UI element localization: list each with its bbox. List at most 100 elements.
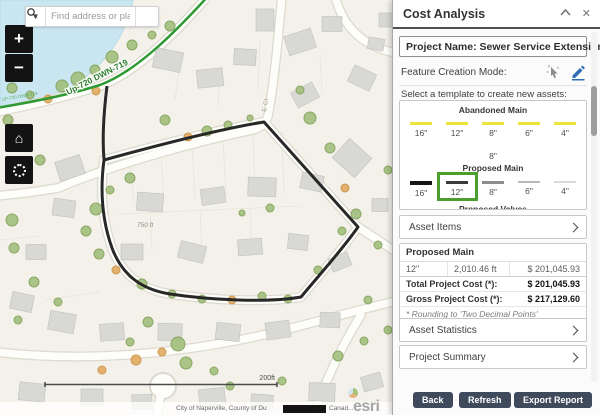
abandoned-main-wrapped-row: 8" <box>400 139 586 161</box>
tree <box>351 209 361 219</box>
attribution-text: City of Naperville, County of Du <box>176 405 267 412</box>
tree <box>247 115 253 121</box>
tree <box>98 366 106 374</box>
back-button[interactable]: Back <box>413 392 453 408</box>
house <box>18 382 46 403</box>
asset-items-section[interactable]: Asset Items <box>399 215 587 239</box>
project-summary-section[interactable]: Project Summary <box>399 345 587 369</box>
refresh-button[interactable]: Refresh <box>459 392 511 408</box>
house <box>256 9 274 31</box>
house <box>322 17 342 32</box>
house <box>309 383 336 402</box>
total-cost-label: Total Project Cost (*): <box>400 279 527 289</box>
search-button[interactable] <box>135 7 158 26</box>
asset-items-label: Asset Items <box>409 222 461 233</box>
gross-cost-value: $ 217,129.60 <box>527 294 586 304</box>
template-label: 6" <box>512 128 547 138</box>
template-item[interactable]: 6" <box>512 116 547 138</box>
house <box>248 177 277 197</box>
template-swatch <box>482 181 504 184</box>
template-swatch <box>446 181 468 184</box>
close-panel-button[interactable]: ✕ <box>582 8 591 20</box>
template-swatch <box>554 122 576 125</box>
tree <box>112 266 120 274</box>
template-label: 4" <box>548 186 583 196</box>
scale-label: 200ft <box>259 375 275 382</box>
tree <box>125 173 135 183</box>
template-item[interactable]: 16" <box>404 175 439 198</box>
tree <box>278 377 286 385</box>
cost-table-group-header: Proposed Main <box>400 244 586 262</box>
template-item[interactable]: 4" <box>548 175 583 198</box>
tree <box>131 355 141 365</box>
template-swatch <box>446 122 468 125</box>
home-icon: ⌂ <box>15 130 23 146</box>
asset-statistics-section[interactable]: Asset Statistics <box>399 318 587 342</box>
house <box>48 310 77 333</box>
map-canvas[interactable]: UP-720 DWN-719 Up-720 DWN-719 E Ct 750 f… <box>0 0 392 415</box>
panel-scrollbar-track[interactable] <box>591 32 597 382</box>
template-item[interactable]: 8" <box>476 139 511 161</box>
tree <box>374 241 382 249</box>
house <box>265 320 291 340</box>
asset-statistics-label: Asset Statistics <box>409 325 477 336</box>
asset-cost: $ 201,045.93 <box>510 264 586 274</box>
template-item[interactable]: 12" <box>440 116 475 138</box>
template-swatch <box>518 122 540 125</box>
tree <box>266 204 274 212</box>
total-cost-value: $ 201,045.93 <box>527 279 586 289</box>
tree <box>180 357 192 369</box>
template-item[interactable]: 16" <box>404 116 439 138</box>
zoom-out-button[interactable]: − <box>5 54 33 82</box>
template-item[interactable]: 12" <box>440 175 475 198</box>
gross-cost-row: Gross Project Cost (*): $ 217,129.60 <box>400 292 586 307</box>
panel-header: Cost Analysis ✕ <box>393 0 600 29</box>
house <box>379 13 392 27</box>
cost-table-row: 12" 2,010.46 ft $ 201,045.93 <box>400 262 586 277</box>
template-label: 12" <box>440 187 475 197</box>
template-group-title: Proposed Main <box>400 163 586 173</box>
house <box>196 68 224 89</box>
attribution-bar: City of Naperville, County of Du Canad..… <box>0 402 392 415</box>
house <box>237 238 262 256</box>
edit-pencil-icon[interactable] <box>570 64 587 81</box>
panel-scrollbar-thumb[interactable] <box>591 86 597 136</box>
template-label: 12" <box>440 128 475 138</box>
template-item[interactable]: 8" <box>476 116 511 138</box>
tree <box>171 337 185 351</box>
select-wand-icon[interactable] <box>546 64 562 80</box>
tree <box>127 40 137 50</box>
tree <box>106 186 114 194</box>
tree <box>143 317 153 327</box>
template-item[interactable]: 8" <box>476 175 511 198</box>
template-group-title: Proposed Valves <box>400 204 586 210</box>
template-item[interactable]: 6" <box>512 175 547 198</box>
tree <box>94 249 104 259</box>
template-label: 6" <box>512 186 547 196</box>
home-button[interactable]: ⌂ <box>5 124 33 152</box>
export-report-button[interactable]: Export Report <box>514 392 592 408</box>
search-icon <box>26 7 38 19</box>
tree <box>7 83 17 93</box>
asset-size: 12" <box>400 262 448 276</box>
gross-cost-label: Gross Project Cost (*): <box>400 294 527 304</box>
collapse-panel-button[interactable] <box>559 8 572 20</box>
tree <box>6 214 18 226</box>
tree <box>90 203 102 215</box>
tree <box>158 348 166 356</box>
locate-button[interactable] <box>5 156 33 184</box>
house <box>320 312 341 328</box>
template-item[interactable]: 4" <box>548 116 583 138</box>
tree <box>384 326 392 334</box>
esri-logo: esri <box>353 398 379 415</box>
house <box>200 186 226 205</box>
zoom-in-button[interactable]: + <box>5 25 33 53</box>
tree <box>325 143 335 153</box>
template-label: 8" <box>476 187 511 197</box>
tree <box>364 296 372 304</box>
tree <box>81 226 91 236</box>
search-input[interactable] <box>46 7 135 26</box>
house <box>234 48 257 65</box>
house <box>136 192 163 212</box>
template-swatch <box>554 181 576 183</box>
